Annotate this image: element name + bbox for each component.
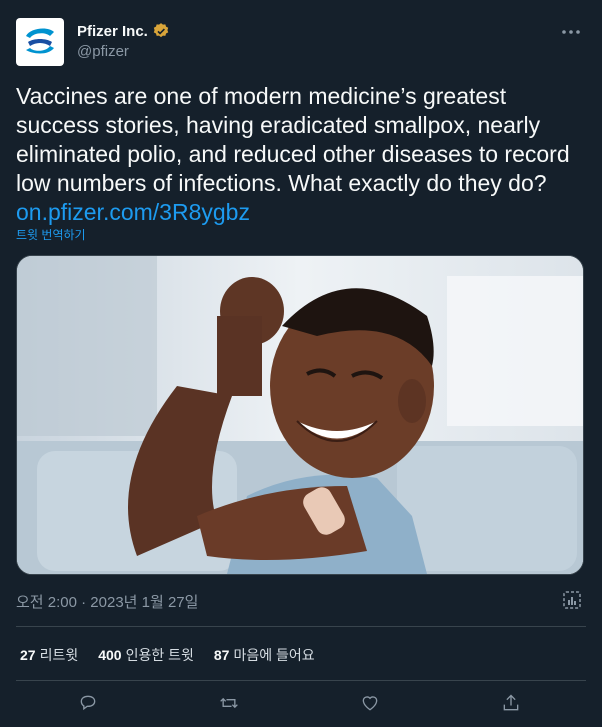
author-handle[interactable]: @pfizer <box>77 43 129 60</box>
quotes-stat[interactable]: 400 인용한 트윗 <box>98 645 194 665</box>
retweet-icon[interactable] <box>214 688 244 718</box>
tweet-timestamp[interactable]: 오전 2:00 · 2023년 1월 27일 <box>16 591 198 612</box>
likes-count: 87 <box>213 647 230 663</box>
retweets-label: 리트윗 <box>39 647 79 663</box>
quotes-label: 인용한 트윗 <box>125 647 194 663</box>
author-display-name[interactable]: Pfizer Inc. <box>77 23 148 40</box>
author-name-row[interactable]: Pfizer Inc. <box>77 22 170 40</box>
quotes-count: 400 <box>98 647 122 663</box>
retweets-count: 27 <box>20 647 36 663</box>
divider-bottom <box>16 680 586 681</box>
verified-badge-icon <box>153 23 169 38</box>
tweet-link[interactable]: on.pfizer.com/3R8ygbz <box>16 199 250 225</box>
reply-icon[interactable] <box>73 688 103 718</box>
likes-stat[interactable]: 87 마음에 들어요 <box>214 645 315 665</box>
pfizer-logo-icon[interactable] <box>16 18 64 66</box>
more-options-icon[interactable] <box>560 22 582 42</box>
heart-icon[interactable] <box>355 688 385 718</box>
retweets-stat[interactable]: 27 리트윗 <box>20 645 78 665</box>
tweet-media-photo[interactable] <box>16 255 584 575</box>
engagement-stats: 27 리트윗 400 인용한 트윗 87 마음에 들어요 <box>20 645 315 665</box>
divider-top <box>16 626 586 627</box>
share-icon[interactable] <box>496 688 526 718</box>
tweet-detail: Pfizer Inc. @pfizer Vaccines are one of … <box>0 0 602 727</box>
tweet-actions <box>0 688 602 718</box>
analytics-icon[interactable] <box>562 590 582 610</box>
likes-label: 마음에 들어요 <box>233 647 315 663</box>
translate-tweet-link[interactable]: 트윗 번역하기 <box>16 226 86 243</box>
tweet-body: Vaccines are one of modern medicine’s gr… <box>16 83 570 196</box>
tweet-text: Vaccines are one of modern medicine’s gr… <box>16 82 576 227</box>
